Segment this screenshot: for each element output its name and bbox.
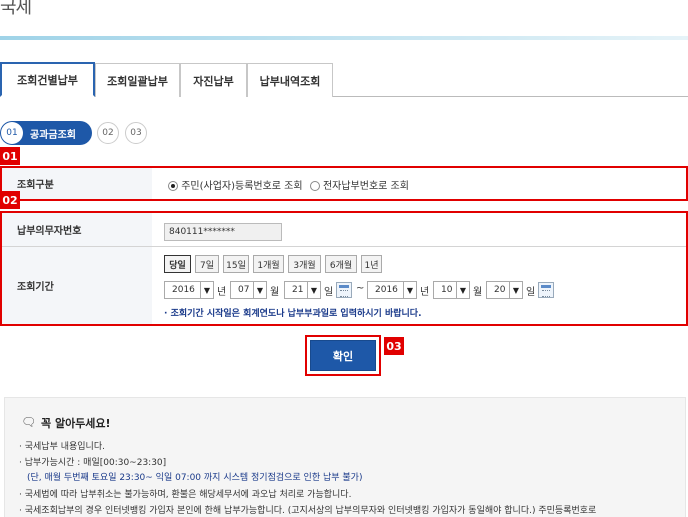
inquiry-type-section: 조회구분 주민(사업자)등록번호로 조회 전자납부번호로 조회 xyxy=(0,166,688,201)
start-month-unit: 월 xyxy=(270,287,280,298)
taxpayer-number-field[interactable]: 840111******* xyxy=(164,223,282,241)
annotation-badge-01: 01 xyxy=(0,147,20,165)
start-year-unit: 년 xyxy=(217,287,227,298)
notice-item: · 납부가능시간 : 매일[00:30~23:30] xyxy=(19,458,167,468)
end-year-select[interactable]: 2016 ▼ xyxy=(367,281,417,299)
chevron-down-icon: ▼ xyxy=(403,282,416,298)
tab-self-payment[interactable]: 자진납부 xyxy=(180,63,247,97)
step-1-number: 01 xyxy=(1,122,23,144)
start-day-unit: 일 xyxy=(324,287,334,298)
inquiry-type-options: 주민(사업자)등록번호로 조회 전자납부번호로 조회 xyxy=(168,177,409,192)
notice-item-text: 국세납부 내용입니다. xyxy=(24,442,105,452)
end-month-value: 10 xyxy=(441,285,453,295)
notice-item-text: 국세조회납부의 경우 인터넷뱅킹 가입자 본인에 한해 납부가능합니다. (고지… xyxy=(24,506,597,516)
start-year-select[interactable]: 2016 ▼ xyxy=(164,281,214,299)
chevron-down-icon: ▼ xyxy=(509,282,522,298)
end-year-unit: 년 xyxy=(420,287,430,298)
step-1-label: 공과금조회 xyxy=(30,129,76,141)
tab-bulk-payment[interactable]: 조회일괄납부 xyxy=(95,63,180,97)
notice-item: · 국세법에 따라 납부취소는 불가능하며, 환불은 해당세무서에 과오납 처리… xyxy=(19,490,352,500)
start-day-value: 21 xyxy=(292,285,304,295)
annotation-badge-02: 02 xyxy=(0,191,20,209)
page-title: 국세 xyxy=(0,0,32,18)
message-icon: 🗨 xyxy=(21,415,37,429)
period-1month-button[interactable]: 1개월 xyxy=(253,255,284,273)
end-day-select[interactable]: 20 ▼ xyxy=(486,281,523,299)
inquiry-type-label: 조회구분 xyxy=(2,168,152,199)
bullet-icon: · xyxy=(164,309,168,319)
radio-electronic-number[interactable] xyxy=(309,181,320,191)
chevron-down-icon: ▼ xyxy=(456,282,469,298)
confirm-button[interactable]: 확인 xyxy=(310,340,376,371)
notice-title: 꼭 알아두세요! xyxy=(41,417,111,430)
end-month-unit: 월 xyxy=(473,287,483,298)
tab-bar: 조회건별납부 조회일괄납부 자진납부 납부내역조회 xyxy=(0,62,688,97)
tab-payment-history[interactable]: 납부내역조회 xyxy=(247,63,333,97)
start-day-select[interactable]: 21 ▼ xyxy=(284,281,321,299)
step-3: 03 xyxy=(125,122,147,144)
notice-box: 🗨 꼭 알아두세요! · 국세납부 내용입니다. · 납부가능시간 : 매일[0… xyxy=(4,397,686,517)
taxpayer-label: 납부의무자번호 xyxy=(2,213,152,246)
taxpayer-period-section: 납부의무자번호 840111******* 조회기간 당일 7일 15일 1개월… xyxy=(0,211,688,326)
chevron-down-icon: ▼ xyxy=(253,282,266,298)
start-calendar-icon[interactable] xyxy=(336,282,352,298)
notice-item: · 국세조회납부의 경우 인터넷뱅킹 가입자 본인에 한해 납부가능합니다. (… xyxy=(19,506,597,516)
title-divider xyxy=(0,36,688,40)
period-1year-button[interactable]: 1년 xyxy=(361,255,382,273)
radio-resident-number-label[interactable]: 주민(사업자)등록번호로 조회 xyxy=(181,181,302,192)
end-month-select[interactable]: 10 ▼ xyxy=(433,281,470,299)
period-note: · 조회기간 시작일은 회계연도나 납부부과일로 입력하시기 바랍니다. xyxy=(164,306,422,319)
end-day-unit: 일 xyxy=(526,287,536,298)
notice-item-text: 납부가능시간 : 매일[00:30~23:30] xyxy=(24,458,167,468)
start-month-value: 07 xyxy=(238,285,250,295)
chevron-down-icon: ▼ xyxy=(307,282,320,298)
page: 국세 조회건별납부 조회일괄납부 자진납부 납부내역조회 01 공과금조회 02… xyxy=(0,0,688,517)
period-7days-button[interactable]: 7일 xyxy=(195,255,219,273)
period-15days-button[interactable]: 15일 xyxy=(223,255,249,273)
notice-item: · 국세납부 내용입니다. xyxy=(19,442,105,452)
date-range-tilde: ~ xyxy=(356,283,365,294)
notice-item-text: 국세법에 따라 납부취소는 불가능하며, 환불은 해당세무서에 과오납 처리로 … xyxy=(24,490,352,500)
period-3months-button[interactable]: 3개월 xyxy=(288,255,321,273)
end-day-value: 20 xyxy=(494,285,506,295)
chevron-down-icon: ▼ xyxy=(200,282,213,298)
end-calendar-icon[interactable] xyxy=(538,282,554,298)
notice-item: (단, 매월 두번째 토요일 23:30~ 익일 07:00 까지 시스템 정기… xyxy=(27,473,363,483)
radio-resident-number[interactable] xyxy=(168,181,178,191)
period-6months-button[interactable]: 6개월 xyxy=(325,255,357,273)
step-2: 02 xyxy=(97,122,119,144)
annotation-badge-03: 03 xyxy=(384,337,404,355)
period-label: 조회기간 xyxy=(2,247,152,324)
end-year-value: 2016 xyxy=(375,285,398,295)
start-year-value: 2016 xyxy=(172,285,195,295)
start-month-select[interactable]: 07 ▼ xyxy=(230,281,267,299)
tab-single-payment[interactable]: 조회건별납부 xyxy=(0,62,95,97)
radio-electronic-number-label[interactable]: 전자납부번호로 조회 xyxy=(323,181,409,192)
period-today-button[interactable]: 당일 xyxy=(164,255,191,273)
step-1: 01 공과금조회 xyxy=(0,121,92,145)
period-note-text: 조회기간 시작일은 회계연도나 납부부과일로 입력하시기 바랍니다. xyxy=(170,309,422,319)
